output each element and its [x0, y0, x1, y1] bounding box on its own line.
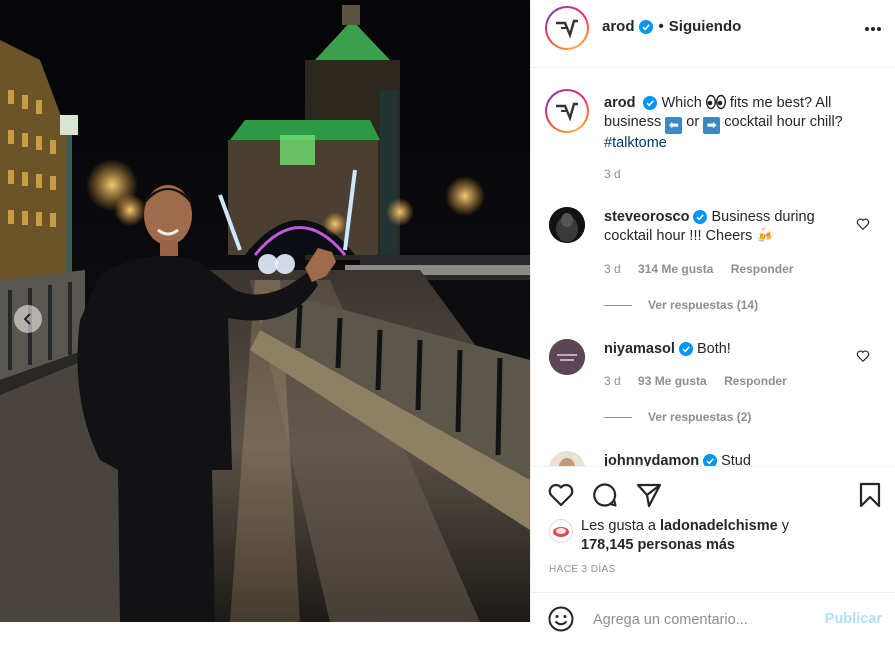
comment-time[interactable]: 3 d	[604, 374, 621, 388]
view-replies-label: Ver respuestas (14)	[648, 298, 759, 312]
liker-avatar-image	[553, 527, 569, 537]
emoji-icon[interactable]	[547, 605, 575, 633]
previous-photo-button[interactable]	[14, 305, 42, 333]
liker-username[interactable]: ladonadelchisme	[660, 518, 778, 534]
comment-meta: 3 d 314 Me gusta Responder	[604, 262, 807, 276]
likes-and: y	[781, 518, 789, 534]
comment-likes[interactable]: 93 Me gusta	[638, 374, 707, 388]
comment-text: steveorosco Business during cocktail hou…	[604, 208, 844, 246]
view-replies-label: Ver respuestas (2)	[648, 410, 752, 424]
reply-button[interactable]: Responder	[724, 374, 787, 388]
verified-icon	[643, 96, 658, 111]
comment-avatar[interactable]	[549, 207, 585, 243]
caption-part-3: cocktail hour chill?	[724, 114, 843, 130]
caption-timestamp[interactable]: 3 d	[604, 167, 621, 181]
author-username[interactable]: arod	[602, 18, 635, 35]
add-comment-bar: Publicar	[531, 592, 895, 652]
comment-body: Both!	[696, 341, 731, 357]
comment-text: niyamasol Both!	[604, 340, 844, 359]
separator-dot: •	[658, 18, 664, 35]
view-replies-button[interactable]: Ver respuestas (2)	[604, 410, 751, 424]
comment-username[interactable]: niyamasol	[604, 341, 675, 357]
view-replies-button[interactable]: Ver respuestas (14)	[604, 298, 758, 312]
comment-body: Stud	[721, 453, 751, 466]
avatar-photo	[549, 207, 585, 243]
avatar-photo	[549, 451, 585, 466]
eyes-emoji-icon	[705, 94, 726, 110]
photo-illustration	[0, 0, 530, 622]
comment-meta: 3 d 93 Me gusta Responder	[604, 374, 801, 388]
comment-input[interactable]	[593, 609, 813, 631]
comment-likes[interactable]: 314 Me gusta	[638, 262, 713, 276]
likes-summary: Les gusta a ladonadelchisme y 178,145 pe…	[549, 517, 789, 555]
comment-text: johnnydamon Stud	[604, 452, 844, 466]
avatar-photo	[549, 339, 585, 375]
post-details-panel: arod • Siguiendo arod Which fits me best…	[530, 0, 895, 652]
author-avatar[interactable]	[545, 6, 589, 50]
follow-status-button[interactable]: Siguiendo	[669, 18, 742, 35]
comment-time[interactable]: 3 d	[604, 262, 621, 276]
heart-icon[interactable]	[547, 481, 575, 509]
verified-icon	[703, 454, 718, 466]
likes-text: Les gusta a ladonadelchisme y 178,145 pe…	[581, 517, 789, 555]
left-arrow-emoji-icon: ⬅	[665, 117, 683, 134]
likes-count[interactable]: 178,145 personas más	[581, 537, 735, 553]
caption-username[interactable]: arod	[604, 95, 635, 111]
author-line: arod • Siguiendo	[602, 18, 741, 35]
more-options-icon[interactable]	[864, 26, 882, 32]
caption-or: or	[686, 114, 700, 130]
post-photo[interactable]	[0, 0, 530, 622]
comment-avatar[interactable]	[549, 339, 585, 375]
avatar-logo	[547, 91, 587, 131]
caption-part-1: Which	[661, 95, 702, 111]
arod-logo-icon	[556, 19, 578, 38]
post-timestamp[interactable]: HACE 3 DÍAS	[549, 564, 616, 575]
caption-text: arod Which fits me best? All business ⬅ …	[604, 94, 874, 153]
comments-scroll-area[interactable]: arod Which fits me best? All business ⬅ …	[531, 69, 895, 466]
verified-icon	[638, 19, 653, 34]
comment-icon[interactable]	[591, 481, 619, 509]
like-comment-heart-icon[interactable]	[856, 349, 870, 363]
avatar-logo	[547, 8, 587, 48]
liker-avatar[interactable]	[549, 519, 573, 543]
share-icon[interactable]	[635, 481, 663, 509]
right-arrow-emoji-icon: ➡	[703, 117, 721, 134]
bookmark-icon[interactable]	[856, 481, 884, 509]
post-header: arod • Siguiendo	[531, 0, 895, 68]
arod-logo-icon	[556, 102, 578, 121]
reply-button[interactable]: Responder	[731, 262, 794, 276]
hashtag-link[interactable]: #talktome	[604, 135, 667, 151]
instagram-post-view: arod • Siguiendo arod Which fits me best…	[0, 0, 895, 652]
comment-username[interactable]: johnnydamon	[604, 453, 699, 466]
replies-divider	[604, 304, 632, 306]
replies-divider	[604, 416, 632, 418]
chevron-left-icon	[23, 313, 31, 325]
comment-avatar[interactable]	[549, 451, 585, 466]
likes-prefix: Les gusta a	[581, 518, 656, 534]
caption-author-avatar[interactable]	[545, 89, 589, 133]
like-comment-heart-icon[interactable]	[856, 217, 870, 231]
comment-username[interactable]: steveorosco	[604, 209, 689, 225]
verified-icon	[678, 342, 693, 357]
post-actions: Les gusta a ladonadelchisme y 178,145 pe…	[531, 466, 895, 584]
publish-button[interactable]: Publicar	[825, 611, 882, 627]
verified-icon	[693, 210, 708, 225]
